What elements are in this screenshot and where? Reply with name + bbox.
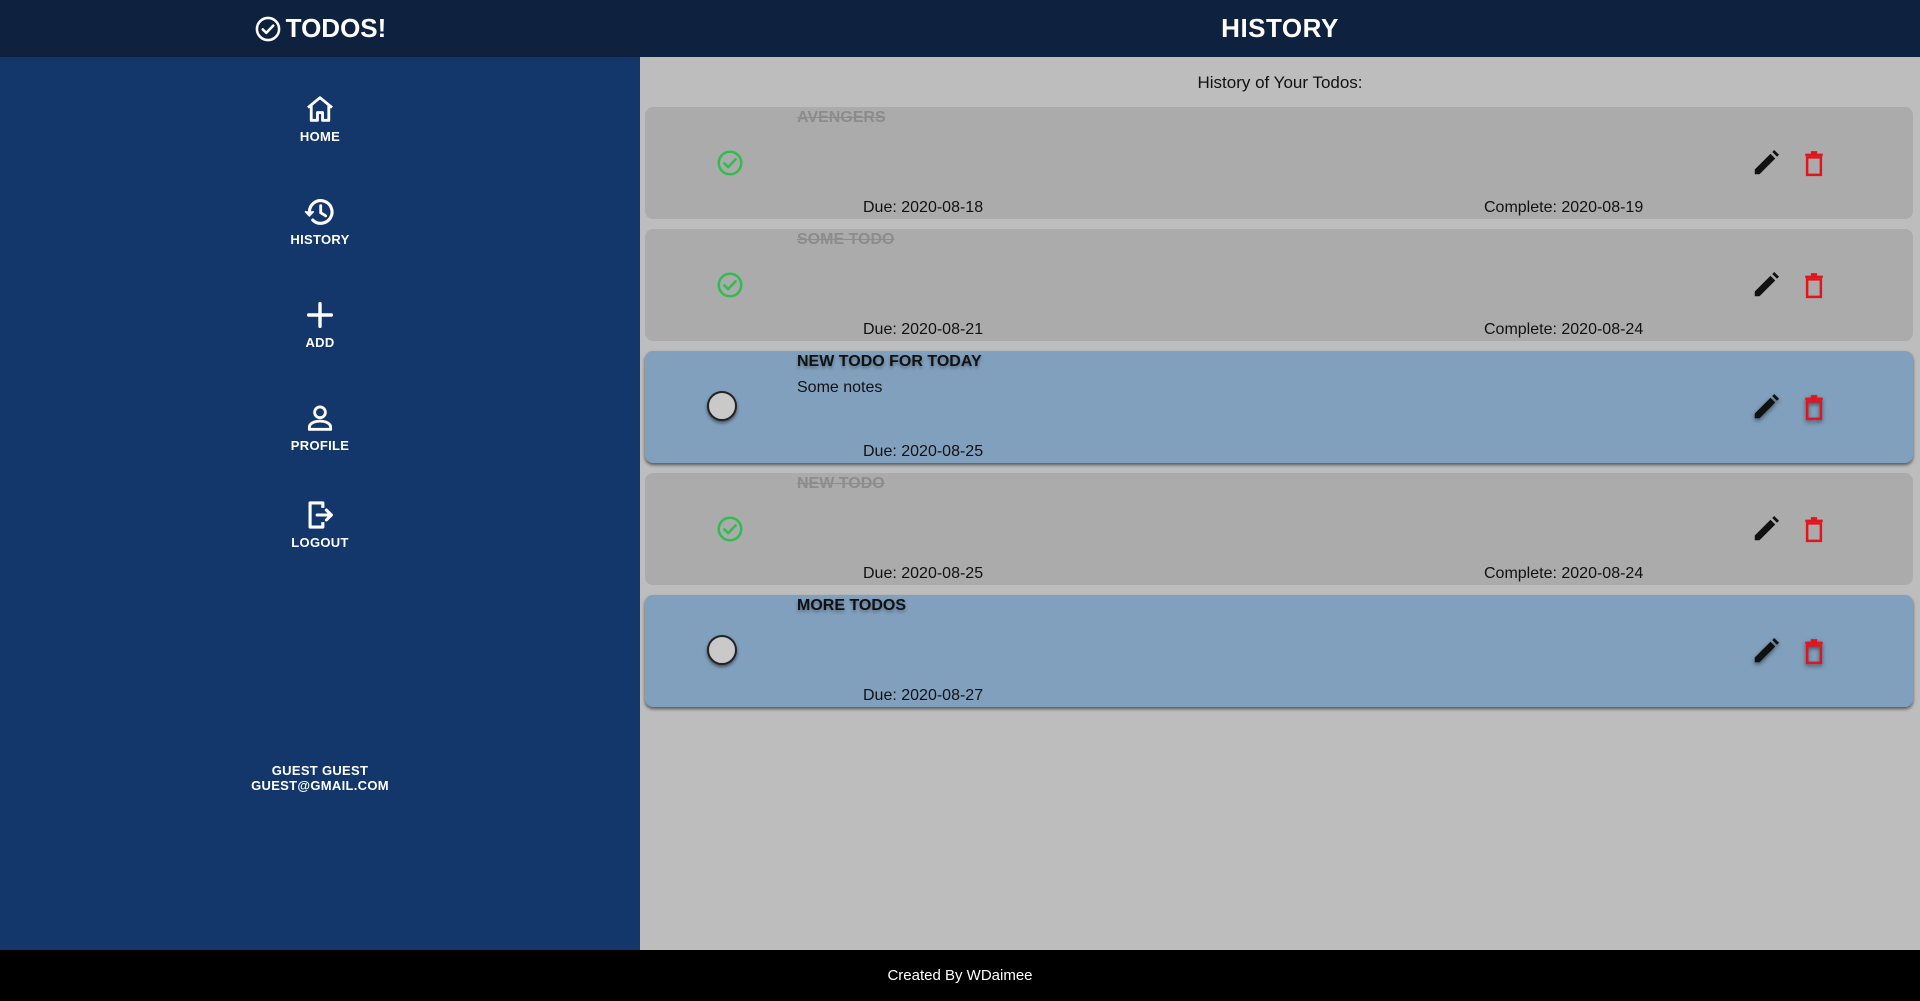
user-email: GUEST@GMAIL.COM [251, 778, 389, 793]
check-circle-icon[interactable] [715, 148, 745, 178]
delete-icon[interactable] [1799, 270, 1829, 300]
edit-icon[interactable] [1751, 392, 1781, 422]
edit-icon[interactable] [1751, 514, 1781, 544]
delete-icon[interactable] [1799, 514, 1829, 544]
history-heading: History of Your Todos: [1197, 73, 1363, 92]
footer-credit: Created By WDaimee [887, 967, 1033, 984]
todo-complete-date: Complete: 2020-08-19 [1484, 199, 1644, 216]
history-panel: History of Your Todos: AVENGERS Due: 202… [640, 57, 1920, 950]
sidebar-item-logout[interactable]: LOGOUT [0, 498, 640, 550]
logout-icon [308, 501, 333, 529]
sidebar-item-label: PROFILE [290, 438, 350, 453]
todo-title: MORE TODOS [797, 597, 907, 614]
check-circle-outline-icon [255, 16, 281, 41]
todo-title: SOME TODO [797, 231, 895, 248]
todo-due-date: Due: 2020-08-18 [863, 199, 984, 216]
todo-complete-date: Complete: 2020-08-24 [1484, 321, 1644, 338]
user-name: GUEST GUEST [271, 763, 369, 778]
todo-due-date: Due: 2020-08-21 [863, 321, 984, 338]
todo-card: AVENGERS Due: 2020-08-18 Complete: 2020-… [645, 107, 1913, 219]
edit-icon[interactable] [1751, 636, 1781, 666]
top-bar: TODOS! HISTORY [0, 0, 1920, 57]
todo-card: MORE TODOS Due: 2020-08-27 [645, 595, 1913, 707]
todo-card: NEW TODO Due: 2020-08-25 Complete: 2020-… [645, 473, 1913, 585]
sidebar-item-add[interactable]: ADD [0, 298, 640, 350]
plus-icon [306, 301, 334, 329]
todo-due-date: Due: 2020-08-27 [863, 687, 984, 704]
todo-complete-date: Complete: 2020-08-24 [1484, 565, 1644, 582]
edit-icon[interactable] [1751, 270, 1781, 300]
app-name: TODOS! [285, 13, 387, 43]
todo-title: NEW TODO [797, 475, 885, 492]
sidebar-item-profile[interactable]: PROFILE [0, 401, 640, 453]
app-brand[interactable]: TODOS! [0, 0, 640, 57]
footer: Created By WDaimee [0, 950, 1920, 1001]
sidebar-item-label: LOGOUT [291, 535, 349, 550]
check-circle-icon[interactable] [715, 270, 745, 300]
sidebar-item-label: HOME [299, 129, 341, 144]
delete-icon[interactable] [1799, 392, 1829, 422]
todo-card: NEW TODO FOR TODAY Some notes Due: 2020-… [645, 351, 1913, 463]
todo-title: NEW TODO FOR TODAY [797, 353, 982, 370]
history-icon [304, 199, 334, 225]
home-icon [307, 96, 333, 122]
todo-title: AVENGERS [797, 109, 886, 126]
delete-icon[interactable] [1799, 148, 1829, 178]
person-icon [307, 405, 333, 431]
user-info: GUEST GUEST GUEST@GMAIL.COM [0, 763, 640, 793]
check-circle-icon[interactable] [715, 514, 745, 544]
edit-icon[interactable] [1751, 148, 1781, 178]
todo-notes: Some notes [797, 379, 883, 396]
sidebar: HOME HISTORY ADD PROFILE LOGOUT GUEST GU… [0, 57, 640, 950]
todo-due-date: Due: 2020-08-25 [863, 565, 984, 582]
sidebar-item-home[interactable]: HOME [0, 92, 640, 144]
sidebar-item-label: ADD [305, 335, 335, 350]
delete-icon[interactable] [1799, 636, 1829, 666]
sidebar-item-history[interactable]: HISTORY [0, 195, 640, 247]
sidebar-item-label: HISTORY [290, 232, 350, 247]
todo-card: SOME TODO Due: 2020-08-21 Complete: 2020… [645, 229, 1913, 341]
complete-toggle[interactable] [707, 391, 737, 421]
page-title: HISTORY [1221, 13, 1339, 43]
todo-due-date: Due: 2020-08-25 [863, 443, 984, 460]
complete-toggle[interactable] [707, 635, 737, 665]
